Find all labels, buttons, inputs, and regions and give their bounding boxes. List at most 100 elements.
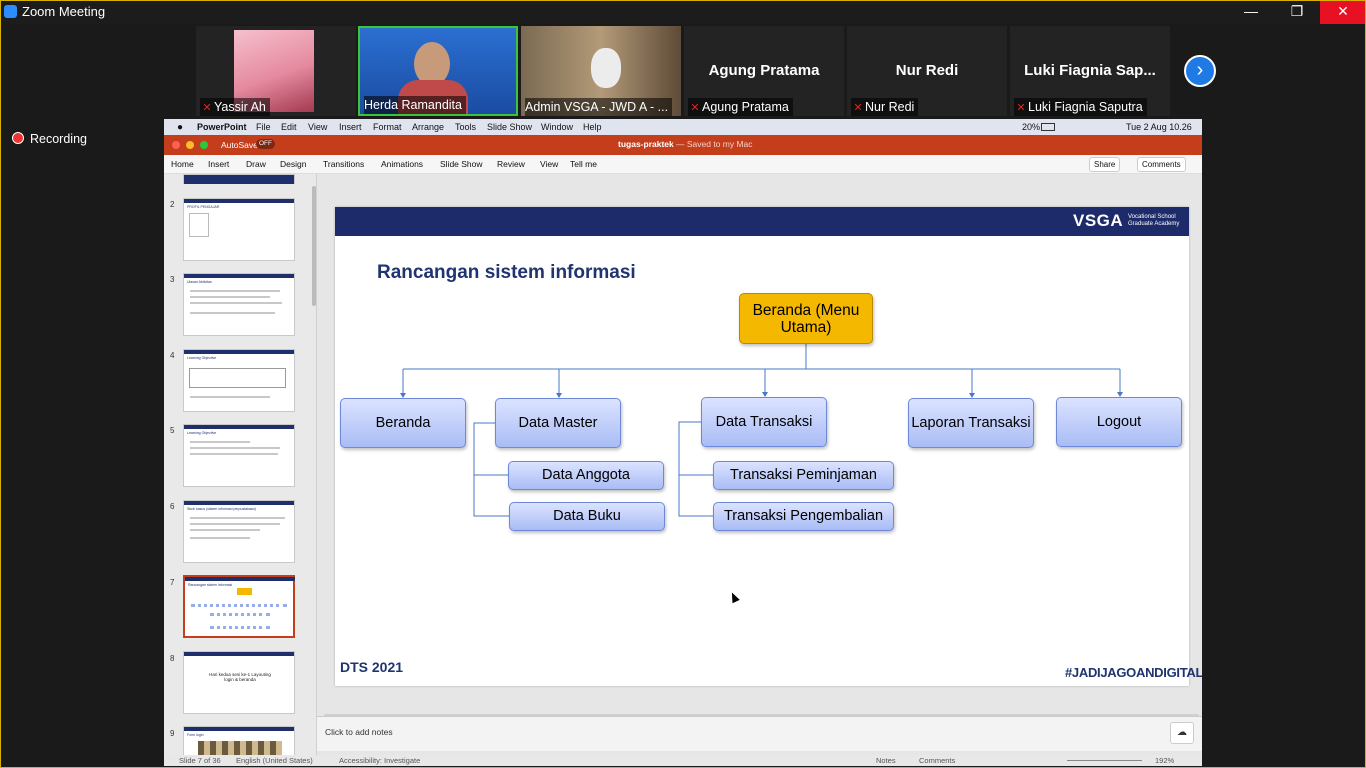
thumbnail-title: Hari kedua sesi ke-1 Layouting login & b… [209,672,271,682]
org-node-root[interactable]: Beranda (Menu Utama) [739,293,873,344]
mic-muted-icon: ✕ [690,102,700,114]
participant-tile[interactable]: ✕ Yassir Ah [196,26,356,116]
comments-button[interactable]: Comments [1137,157,1186,172]
org-node-logout[interactable]: Logout [1056,397,1182,447]
slide-thumbnail-selected[interactable]: Rancangan sistem informasi [183,575,295,638]
slide-thumbnail[interactable]: Learning Objective [183,349,295,412]
menu-tools[interactable]: Tools [455,122,476,132]
thumbnails-scrollbar[interactable] [312,186,316,306]
thumbnail-title: Learning Objective [187,431,217,435]
slide-thumbnails-panel: 2 PROFIL PENGAJAR 3 Ulasan Aktivitas 4 L… [164,174,317,757]
thumbnail-title: Ulasan Aktivitas [187,280,212,284]
recording-indicator[interactable]: Recording [12,132,87,146]
slide-thumbnail[interactable]: Studi kasus (sistem informasi perpustaka… [183,500,295,563]
org-node-data-master[interactable]: Data Master [495,398,621,448]
tab-insert[interactable]: Insert [208,159,229,169]
menu-format[interactable]: Format [373,122,402,132]
status-notes-button[interactable]: Notes [876,756,896,765]
menu-insert[interactable]: Insert [339,122,362,132]
thumbnail-menu-row [191,604,287,611]
participant-name-label: Admin VSGA - JWD A - ... [525,98,673,116]
mac-minimize-icon[interactable] [186,141,194,149]
participant-tile[interactable]: Agung Pratama ✕ Agung Pratama [684,26,844,116]
slide-thumbnail[interactable]: Hari kedua sesi ke-1 Layouting login & b… [183,651,295,714]
org-node-transaksi-peminjaman[interactable]: Transaksi Peminjaman [713,461,894,490]
tab-transitions[interactable]: Transitions [323,159,364,169]
slide-footer-right: #JADIJAGOANDIGITAL [1065,665,1202,680]
slide-canvas[interactable]: VSGA Vocational School Graduate Academy … [335,207,1202,686]
tab-view[interactable]: View [540,159,558,169]
menu-arrange[interactable]: Arrange [412,122,444,132]
org-node-data-anggota[interactable]: Data Anggota [508,461,664,490]
document-status: — Saved to my Mac [676,139,753,149]
status-comments-button[interactable]: Comments [919,756,955,765]
tab-draw[interactable]: Draw [246,159,266,169]
autosave-toggle[interactable]: OFF [256,139,275,149]
thumbnail-header [184,199,294,203]
zoom-level[interactable]: 192% [1155,756,1174,765]
zoom-slider[interactable] [1067,760,1142,761]
slide-number: 4 [170,351,175,360]
participant-name-label: ✕ Yassir Ah [200,98,270,116]
org-node-beranda[interactable]: Beranda [340,398,466,448]
org-node-transaksi-pengembalian[interactable]: Transaksi Pengembalian [713,502,894,531]
document-title: tugas-praktek [618,139,674,149]
status-accessibility[interactable]: Accessibility: Investigate [339,756,420,765]
menu-window[interactable]: Window [541,122,573,132]
thumbnail-root-box [237,588,252,595]
participant-tile[interactable]: Nur Redi ✕ Nur Redi [847,26,1007,116]
slide-thumbnail[interactable]: PROFIL PENGAJAR [183,198,295,261]
slide-number: 5 [170,426,175,435]
slide-number: 2 [170,200,175,209]
mac-zoom-icon[interactable] [200,141,208,149]
tell-me-search[interactable]: Tell me [570,159,597,169]
ppt-titlebar: AutoSave OFF tugas-praktek — Saved to my… [164,135,1202,155]
slide-thumbnail[interactable] [183,174,295,184]
menu-file[interactable]: File [256,122,271,132]
slide-thumbnail[interactable]: Learning Objective [183,424,295,487]
status-language[interactable]: English (United States) [236,756,313,765]
restore-button[interactable]: ❐ [1274,0,1320,24]
participant-name-label: ✕ Luki Fiagnia Saputra [1014,98,1147,116]
slide-thumbnail[interactable]: Form login [183,726,295,757]
mic-muted-icon: ✕ [1016,102,1026,114]
menubar-clock[interactable]: Tue 2 Aug 10.26 [1126,122,1192,132]
share-button[interactable]: Share [1089,157,1121,172]
menu-app-name[interactable]: PowerPoint [197,122,247,132]
menu-edit[interactable]: Edit [281,122,297,132]
participant-tile[interactable]: Luki Fiagnia Sap... ✕ Luki Fiagnia Saputr… [1010,26,1170,116]
minimize-button[interactable]: — [1228,0,1274,24]
thumbnail-header [185,577,295,581]
slide-number: 9 [170,729,175,738]
mic-muted-icon: ✕ [202,102,212,114]
slide-thumbnail[interactable]: Ulasan Aktivitas [183,273,295,336]
thumbnail-title: PROFIL PENGAJAR [187,205,220,209]
menu-slideshow[interactable]: Slide Show [487,122,532,132]
tab-design[interactable]: Design [280,159,306,169]
battery-icon[interactable] [1041,123,1055,131]
participant-big-name: Nur Redi [895,62,959,79]
participant-tile[interactable]: Admin VSGA - JWD A - ... [521,26,681,116]
menu-view[interactable]: View [308,122,327,132]
next-participants-arrow-icon[interactable]: › [1184,55,1216,87]
org-node-data-buku[interactable]: Data Buku [509,502,665,531]
org-node-laporan-transaksi[interactable]: Laporan Transaksi [908,398,1034,448]
slide-number: 7 [170,578,175,587]
participant-tile-active[interactable]: Herda Ramandita [358,26,518,116]
notes-pane[interactable]: Click to add notes ☁ [317,716,1202,751]
tab-slideshow[interactable]: Slide Show [440,159,483,169]
org-node-data-transaksi[interactable]: Data Transaksi [701,397,827,447]
participant-name-label: ✕ Nur Redi [851,98,919,116]
window-title: Zoom Meeting [22,4,106,19]
close-button[interactable]: ✕ [1320,0,1366,24]
apple-icon[interactable]: ● [177,122,183,133]
tab-animations[interactable]: Animations [381,159,423,169]
thumbnail-header [184,652,294,656]
cloud-icon[interactable]: ☁ [1170,722,1194,744]
mac-close-icon[interactable] [172,141,180,149]
participant-big-name: Agung Pratama [708,62,820,79]
tab-review[interactable]: Review [497,159,525,169]
tab-home[interactable]: Home [171,159,194,169]
status-slide-count: Slide 7 of 36 [179,756,221,765]
menu-help[interactable]: Help [583,122,602,132]
